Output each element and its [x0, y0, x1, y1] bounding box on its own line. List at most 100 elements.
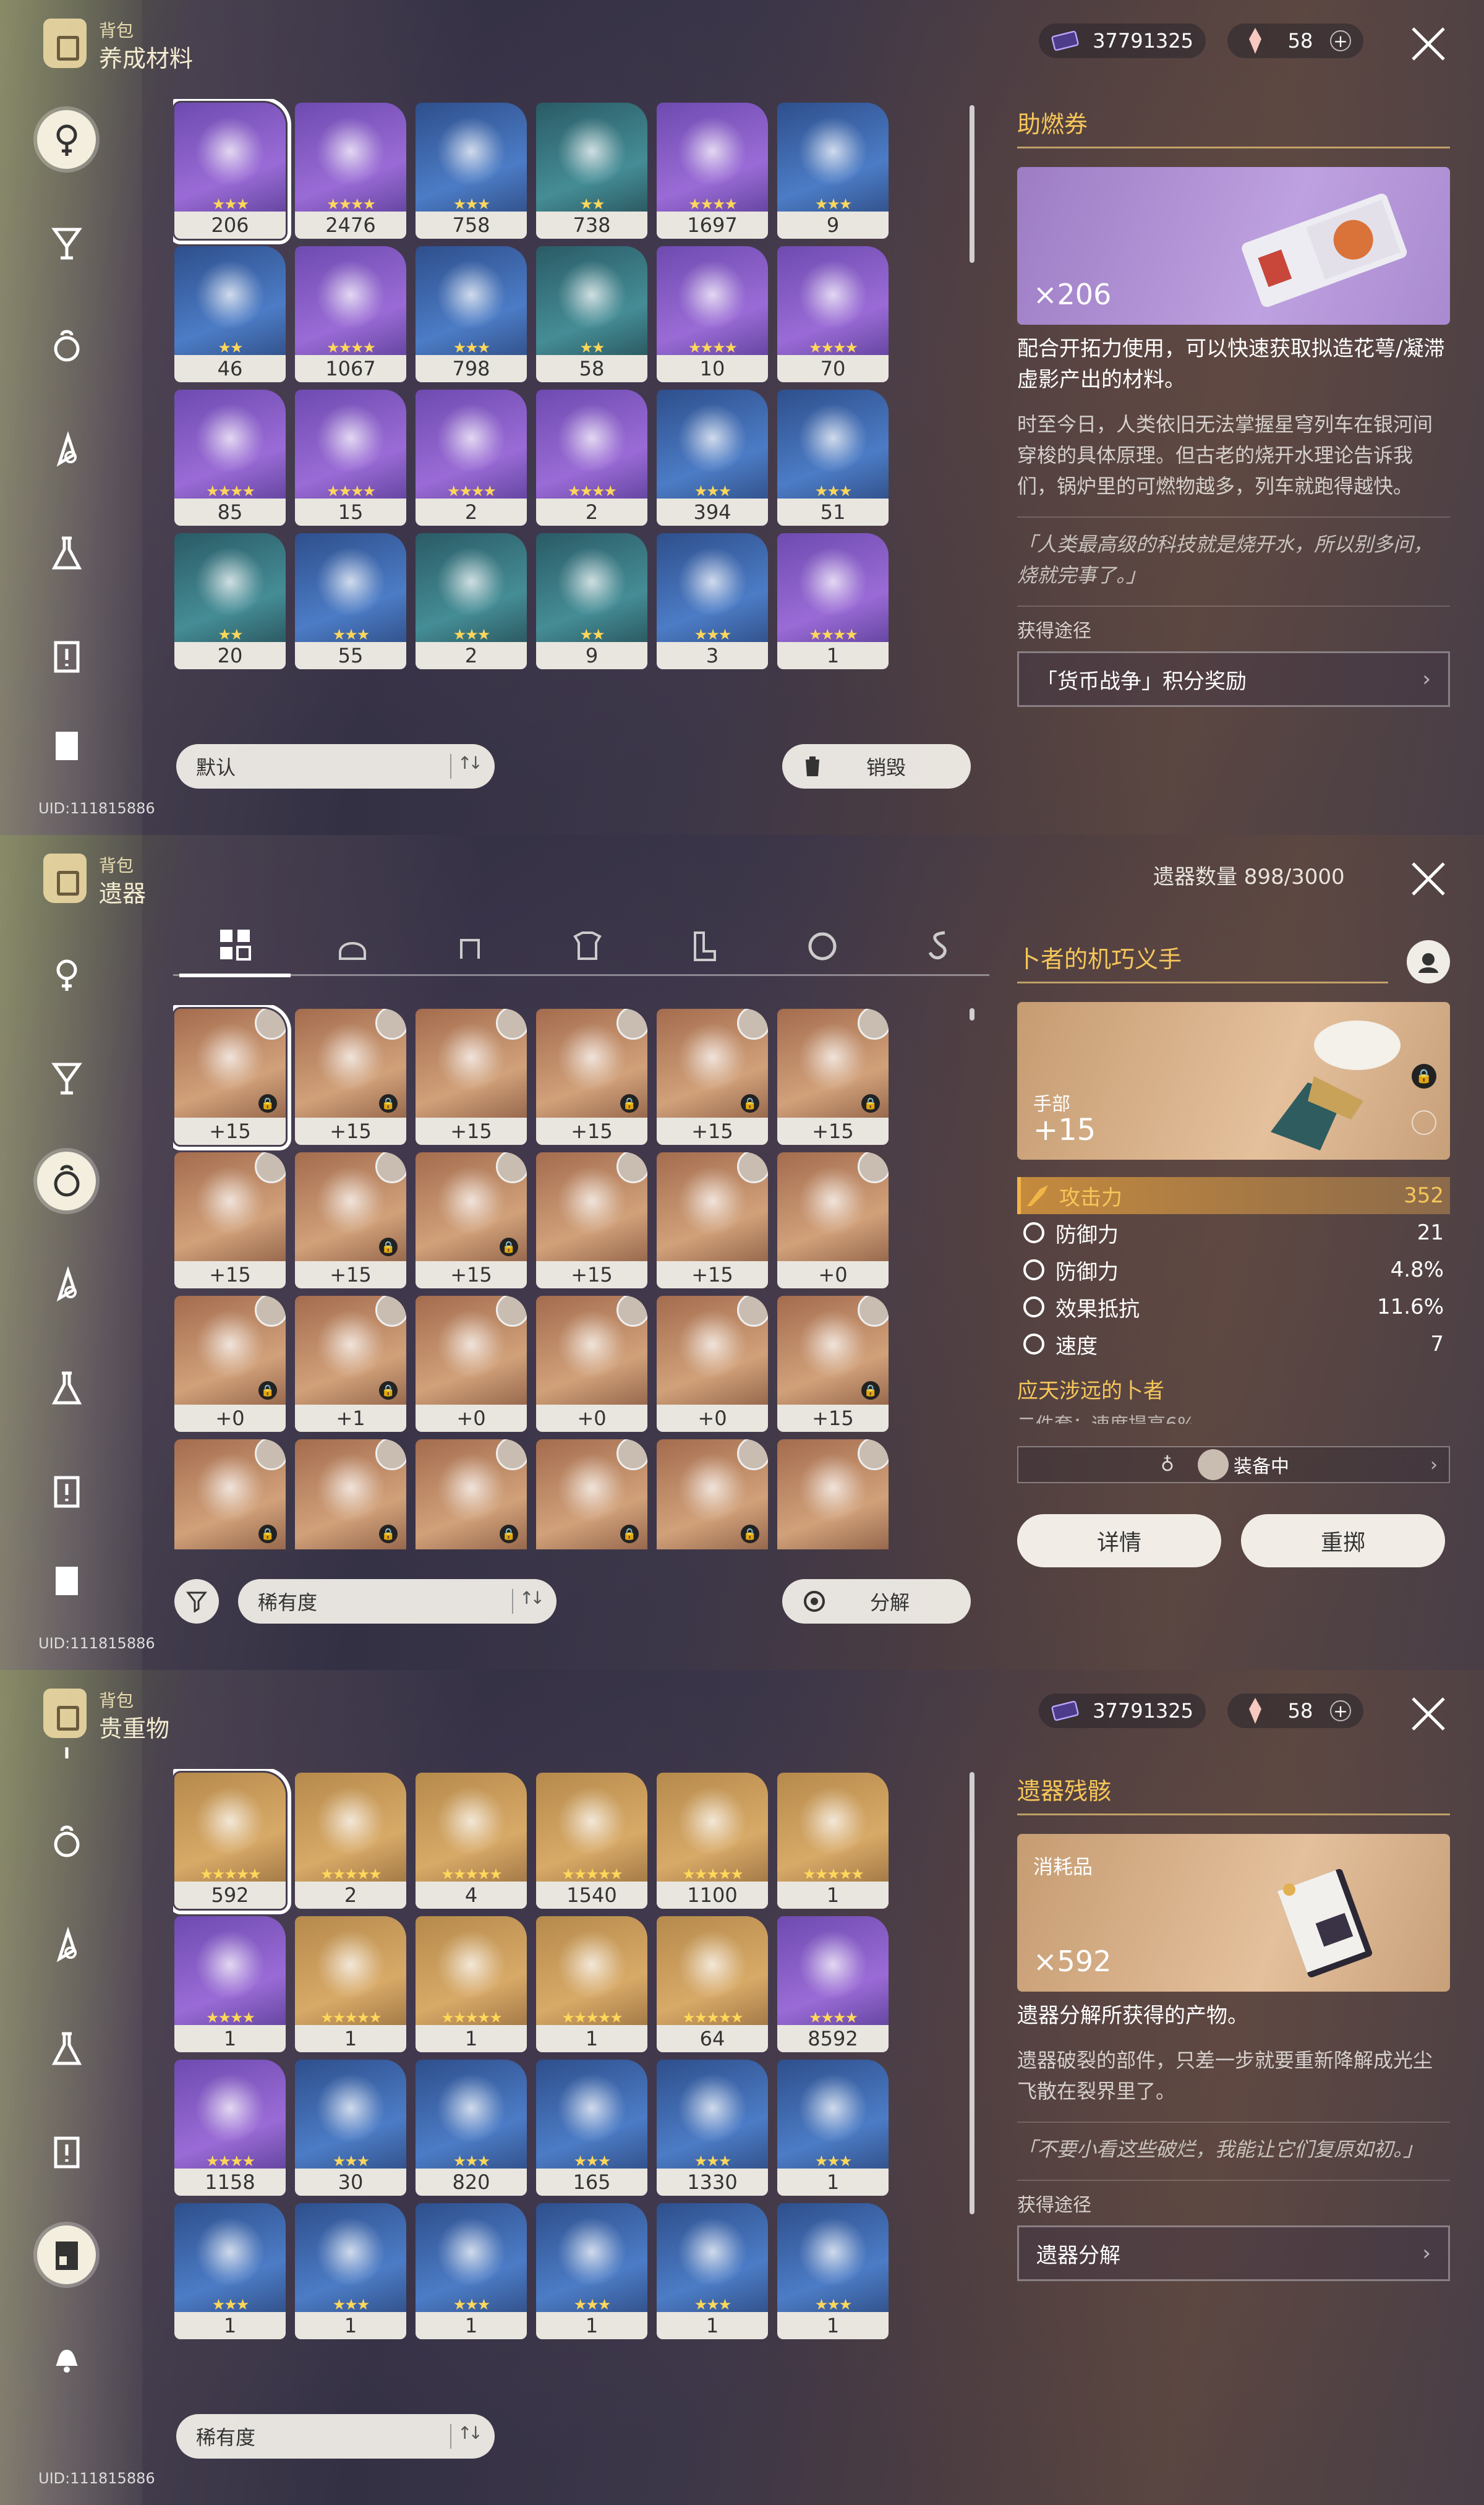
grid-item[interactable]: ★★★★★ 64 — [657, 1916, 768, 2052]
nav-consumables[interactable] — [37, 1048, 96, 1107]
close-button[interactable] — [1407, 1692, 1450, 1736]
nav-materials[interactable] — [37, 110, 96, 169]
nav-valuables[interactable] — [37, 2225, 96, 2284]
details-button[interactable]: 详情 — [1017, 1514, 1221, 1567]
nav-consumables[interactable] — [37, 213, 96, 272]
grid-item[interactable]: +15 — [174, 1152, 286, 1288]
filter-button[interactable] — [174, 1579, 219, 1624]
nav-missions[interactable] — [37, 1462, 96, 1520]
sort-dropdown[interactable]: 默认 — [176, 744, 495, 789]
grid-item[interactable]: ★★★★ 70 — [777, 246, 889, 382]
grid-item[interactable]: 🔒 +15 — [295, 1009, 406, 1145]
grid-item[interactable]: ★★ 46 — [174, 246, 286, 382]
grid-item[interactable]: ★★★★ 2 — [416, 390, 527, 526]
grid-item[interactable]: 🔒 +15 — [777, 1296, 889, 1432]
nav-missions[interactable] — [37, 627, 96, 685]
grid-item[interactable]: 🔒 — [536, 1439, 647, 1549]
sort-dropdown[interactable]: 稀有度 — [238, 1579, 556, 1624]
grid-item[interactable]: ★★★ 1 — [416, 2203, 527, 2339]
grid-item[interactable]: ★★ 738 — [536, 103, 647, 239]
grid-item[interactable]: +15 — [536, 1152, 647, 1288]
grid-item[interactable]: ★★★★★ 1 — [536, 1916, 647, 2052]
grid-item[interactable]: ★★★ 1 — [536, 2203, 647, 2339]
grid-item[interactable]: 🔒 +15 — [295, 1152, 406, 1288]
grid-item[interactable]: ★★★ 51 — [777, 390, 889, 526]
grid-item[interactable]: ★★★ 206 — [173, 99, 291, 244]
grid-item[interactable]: 🔒 +15 — [777, 1009, 889, 1145]
tab-body[interactable] — [532, 915, 643, 977]
grid-item[interactable]: 🔒 +0 — [174, 1296, 286, 1432]
source-link[interactable]: 「货币战争」积分奖励 › — [1017, 651, 1450, 707]
nav-flask[interactable] — [37, 2019, 96, 2078]
nav-flask[interactable] — [37, 523, 96, 582]
grid-item[interactable]: ★★★ 1330 — [657, 2060, 768, 2196]
grid-item[interactable]: ★★★ 820 — [416, 2060, 527, 2196]
salvage-button[interactable]: 分解 — [782, 1579, 971, 1624]
nav-valuables[interactable] — [37, 727, 96, 764]
add-jade-button[interactable]: + — [1330, 1700, 1351, 1721]
nav-valuables[interactable] — [37, 1562, 96, 1599]
source-link[interactable]: 遗器分解 › — [1017, 2225, 1450, 2281]
tab-all[interactable] — [179, 915, 291, 977]
grid-item[interactable]: 🔒 — [295, 1439, 406, 1549]
close-button[interactable] — [1407, 857, 1450, 901]
grid-item[interactable]: +0 — [416, 1296, 527, 1432]
sort-dropdown[interactable]: 稀有度 — [176, 2414, 495, 2459]
grid-item[interactable]: +15 — [416, 1009, 527, 1145]
tab-feet[interactable] — [649, 915, 761, 977]
relic-grid[interactable]: 🔒 +15 🔒 +15 +15 🔒 +15 🔒 +15 🔒 +15 +15 🔒 +15 🔒 +15 +15 +15… — [173, 1005, 900, 1549]
grid-item[interactable]: ★★★ 30 — [295, 2060, 406, 2196]
grid-scrollbar[interactable] — [970, 1008, 974, 1021]
valuables-grid[interactable]: ★★★★★ 592 ★★★★★ 2 ★★★★★ 4 ★★★★★ 1540 ★★★★★ 1100 ★★… — [173, 1769, 900, 2375]
tab-head[interactable] — [297, 915, 408, 977]
grid-item[interactable]: ★★★ 1 — [777, 2203, 889, 2339]
grid-scrollbar[interactable] — [970, 105, 974, 263]
grid-item[interactable]: 🔒 +15 — [173, 1005, 291, 1150]
item-grid[interactable]: ★★★ 206 ★★★★ 2476 ★★★ 758 ★★ 738 ★★★★ 1697 ★★★ 9 ★★ 4… — [173, 99, 900, 705]
grid-scrollbar[interactable] — [970, 1772, 974, 2214]
equipped-by[interactable]: ♁ 装备中 › — [1017, 1446, 1450, 1483]
lock-toggle[interactable]: 🔒 — [1412, 1064, 1436, 1089]
nav-materials[interactable] — [37, 945, 96, 1004]
grid-item[interactable]: ★★ 20 — [174, 533, 286, 669]
nav-light-cone[interactable] — [37, 1255, 96, 1314]
add-jade-button[interactable]: + — [1330, 30, 1351, 51]
grid-item[interactable]: ★★★ 1 — [295, 2203, 406, 2339]
grid-item[interactable]: ★★★★★ 592 — [173, 1769, 291, 1914]
grid-item[interactable]: ★★★★★ 1 — [295, 1916, 406, 2052]
grid-item[interactable]: 🔒 +1 — [295, 1296, 406, 1432]
grid-item[interactable]: ★★★ 1 — [777, 2060, 889, 2196]
grid-item[interactable]: 🔒 — [416, 1439, 527, 1549]
grid-item[interactable]: +15 — [657, 1152, 768, 1288]
grid-item[interactable]: ★★★★★ 1 — [416, 1916, 527, 2052]
nav-missions[interactable] — [37, 2122, 96, 2181]
grid-item[interactable]: ★★★ 9 — [777, 103, 889, 239]
discard-toggle[interactable] — [1412, 1110, 1436, 1135]
grid-item[interactable]: ★★★★ 10 — [657, 246, 768, 382]
grid-item[interactable]: 🔒 +15 — [536, 1009, 647, 1145]
grid-item[interactable]: ★★★★ 85 — [174, 390, 286, 526]
nav-light-cone[interactable] — [37, 1916, 96, 1974]
grid-item[interactable]: ★★★★ 1 — [777, 533, 889, 669]
grid-item[interactable]: ★★★ 394 — [657, 390, 768, 526]
grid-item[interactable]: 🔒 +15 — [657, 1009, 768, 1145]
grid-item[interactable]: +0 — [777, 1152, 889, 1288]
grid-item[interactable]: ★★ 9 — [536, 533, 647, 669]
grid-item[interactable]: ★★★ 758 — [416, 103, 527, 239]
grid-item[interactable]: +0 — [536, 1296, 647, 1432]
grid-item[interactable]: ★★ 58 — [536, 246, 647, 382]
grid-item[interactable]: ★★★ 1 — [174, 2203, 286, 2339]
grid-item[interactable]: ★★★★★ 1 — [777, 1773, 889, 1909]
grid-item[interactable]: ★★★★ 1067 — [295, 246, 406, 382]
reroll-button[interactable]: 重掷 — [1241, 1514, 1445, 1567]
grid-item[interactable]: ★★★★★ 1100 — [657, 1773, 768, 1909]
grid-item[interactable]: ★★★ 55 — [295, 533, 406, 669]
nav-relics[interactable] — [37, 1812, 96, 1871]
owner-avatar[interactable] — [1407, 940, 1450, 983]
grid-item[interactable]: ★★★★ 2 — [536, 390, 647, 526]
nav-other[interactable] — [37, 2329, 96, 2387]
grid-item[interactable]: ★★★ 2 — [416, 533, 527, 669]
nav-consumables[interactable] — [37, 1747, 96, 1772]
nav-relics[interactable] — [37, 1152, 96, 1210]
grid-item[interactable]: ★★★★ 1 — [174, 1916, 286, 2052]
